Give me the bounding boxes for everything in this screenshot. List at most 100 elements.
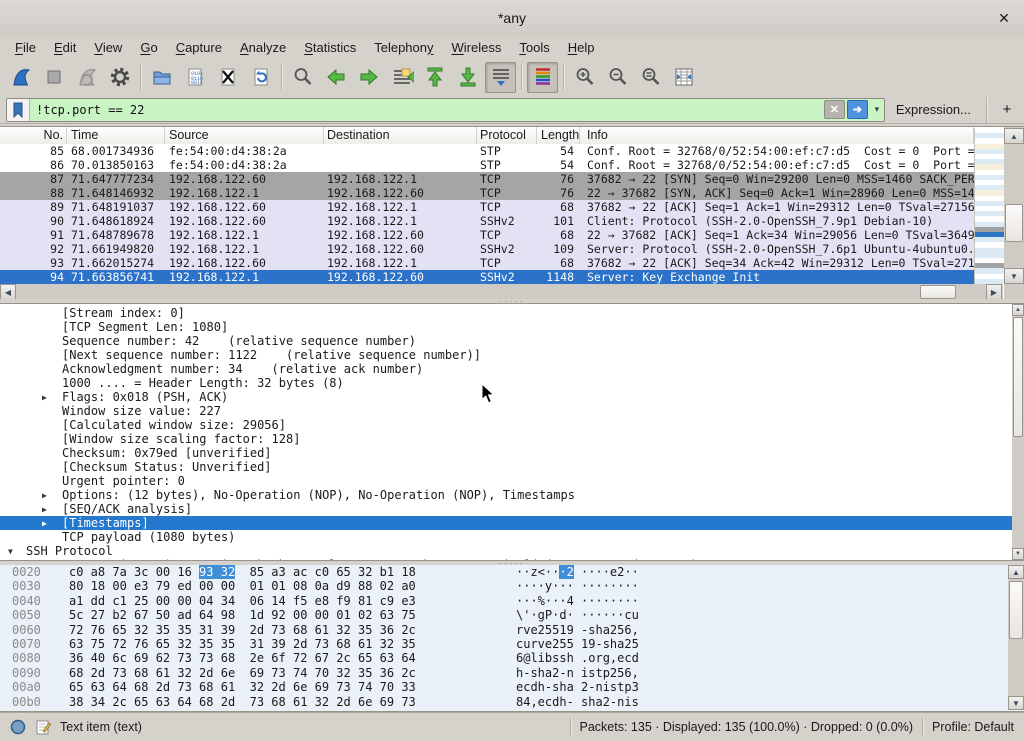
colorize-button[interactable] [527, 62, 558, 93]
detail-line[interactable]: Urgent pointer: 0 [0, 474, 1012, 488]
stop-capture-button[interactable] [38, 62, 69, 93]
hex-row[interactable]: 00a065 63 64 68 2d 73 68 61 32 2d 6e 69 … [0, 680, 1024, 694]
auto-scroll-button[interactable] [485, 62, 516, 93]
menu-file[interactable]: File [6, 39, 45, 57]
add-filter-button[interactable]: + [996, 101, 1018, 118]
profile-selector[interactable]: Profile: Default [932, 720, 1014, 734]
resize-columns-button[interactable] [668, 62, 699, 93]
filter-dropdown-arrow[interactable]: ▾ [870, 104, 884, 115]
detail-line[interactable]: Checksum: 0x79ed [unverified] [0, 446, 1012, 460]
menu-wireless[interactable]: Wireless [443, 39, 511, 57]
detail-line[interactable]: Sequence number: 42 (relative sequence n… [0, 334, 1012, 348]
capture-comment-icon[interactable] [35, 719, 51, 735]
column-header-protocol[interactable]: Protocol [477, 127, 537, 144]
packet-row-93[interactable]: 9371.662015274192.168.122.60192.168.122.… [0, 256, 974, 270]
expander-icon[interactable]: ▶ [42, 517, 47, 530]
hex-row[interactable]: 00505c 27 b2 67 50 ad 64 98 1d 92 00 00 … [0, 608, 1024, 622]
hex-row[interactable]: 00b038 34 2c 65 63 64 68 2d 73 68 61 32 … [0, 695, 1024, 709]
detail-line[interactable]: ▶Options: (12 bytes), No-Operation (NOP)… [0, 488, 1012, 502]
detail-line[interactable]: [Calculated window size: 29056] [0, 418, 1012, 432]
restart-capture-button[interactable] [71, 62, 102, 93]
expert-info-icon[interactable] [10, 719, 26, 735]
menu-go[interactable]: Go [131, 39, 166, 57]
column-header-no[interactable]: No. [0, 127, 67, 144]
hex-row[interactable]: 007063 75 72 76 65 32 35 35 31 39 2d 73 … [0, 637, 1024, 651]
filter-clear-button[interactable]: ✕ [824, 100, 845, 119]
menu-analyze[interactable]: Analyze [231, 39, 295, 57]
detail-line[interactable]: [Window size scaling factor: 128] [0, 432, 1012, 446]
detail-line[interactable]: TCP payload (1080 bytes) [0, 530, 1012, 544]
expander-icon[interactable]: ▶ [42, 489, 47, 502]
menu-tools[interactable]: Tools [510, 39, 558, 57]
column-header-length[interactable]: Length [537, 127, 580, 144]
hex-row[interactable]: 003080 18 00 e3 79 ed 00 00 01 01 08 0a … [0, 579, 1024, 593]
display-filter-input[interactable] [30, 100, 824, 120]
vscroll-thumb[interactable] [1009, 581, 1023, 639]
detail-line[interactable]: [TCP Segment Len: 1080] [0, 320, 1012, 334]
packet-row-88[interactable]: 8871.648146932192.168.122.1192.168.122.6… [0, 186, 974, 200]
details-vscrollbar[interactable]: ▲ ▼ [1012, 304, 1024, 560]
menu-statistics[interactable]: Statistics [295, 39, 365, 57]
detail-line[interactable]: Window size value: 227 [0, 404, 1012, 418]
close-file-button[interactable] [212, 62, 243, 93]
save-file-button[interactable]: 010101100011 [179, 62, 210, 93]
scroll-up-arrow[interactable]: ▲ [1012, 304, 1024, 316]
bytes-vscrollbar[interactable]: ▲ ▼ [1008, 565, 1024, 710]
go-top-button[interactable] [419, 62, 450, 93]
detail-line[interactable]: [Next sequence number: 1122 (relative se… [0, 348, 1012, 362]
scroll-right-arrow[interactable]: ▶ [986, 284, 1002, 300]
menu-capture[interactable]: Capture [167, 39, 231, 57]
go-bottom-button[interactable] [452, 62, 483, 93]
expander-icon[interactable]: ▶ [42, 503, 47, 516]
scroll-down-arrow[interactable]: ▼ [1004, 268, 1024, 284]
zoom-original-button[interactable] [635, 62, 666, 93]
detail-line[interactable]: ▼SSH Protocol [0, 544, 1012, 558]
start-capture-button[interactable] [5, 62, 36, 93]
column-header-destination[interactable]: Destination [324, 127, 477, 144]
open-file-button[interactable] [146, 62, 177, 93]
packet-row-85[interactable]: 8568.001734936fe:54:00:d4:38:2aSTP54Conf… [0, 144, 974, 158]
intelligent-scrollbar-minimap[interactable] [974, 128, 1004, 284]
zoom-out-button[interactable] [602, 62, 633, 93]
detail-line[interactable]: [Stream index: 0] [0, 306, 1012, 320]
vscroll-thumb[interactable] [1013, 317, 1023, 437]
hscroll-thumb[interactable] [920, 285, 956, 299]
column-header-source[interactable]: Source [165, 127, 324, 144]
go-to-packet-button[interactable] [386, 62, 417, 93]
go-back-button[interactable] [320, 62, 351, 93]
go-forward-button[interactable] [353, 62, 384, 93]
menu-telephony[interactable]: Telephony [365, 39, 442, 57]
packet-row-91[interactable]: 9171.648789678192.168.122.1192.168.122.6… [0, 228, 974, 242]
detail-line[interactable]: ▶[Timestamps] [0, 516, 1012, 530]
detail-line[interactable]: Acknowledgment number: 34 (relative ack … [0, 362, 1012, 376]
packet-row-87[interactable]: 8771.647777234192.168.122.60192.168.122.… [0, 172, 974, 186]
packet-list-vscrollbar[interactable]: ▲ ▼ [1004, 127, 1024, 300]
zoom-in-button[interactable] [569, 62, 600, 93]
close-button[interactable]: ✕ [994, 0, 1014, 37]
scroll-left-arrow[interactable]: ◀ [0, 284, 16, 300]
scroll-up-arrow[interactable]: ▲ [1008, 565, 1024, 579]
column-header-time[interactable]: Time [67, 127, 165, 144]
detail-line[interactable]: ▶[SEQ/ACK analysis] [0, 502, 1012, 516]
find-packet-button[interactable] [287, 62, 318, 93]
detail-line[interactable]: ▶Flags: 0x018 (PSH, ACK) [0, 390, 1012, 404]
column-header-info[interactable]: Info [580, 127, 974, 144]
filter-bookmark-button[interactable] [7, 99, 30, 121]
hex-row[interactable]: 006072 76 65 32 35 35 31 39 2d 73 68 61 … [0, 623, 1024, 637]
filter-apply-button[interactable]: ➔ [847, 100, 868, 119]
reload-file-button[interactable] [245, 62, 276, 93]
scroll-down-arrow[interactable]: ▼ [1008, 696, 1024, 710]
menu-help[interactable]: Help [559, 39, 604, 57]
packet-row-86[interactable]: 8670.013850163fe:54:00:d4:38:2aSTP54Conf… [0, 158, 974, 172]
menu-edit[interactable]: Edit [45, 39, 85, 57]
packet-row-94[interactable]: 9471.663856741192.168.122.1192.168.122.6… [0, 270, 974, 284]
packet-row-90[interactable]: 9071.648618924192.168.122.60192.168.122.… [0, 214, 974, 228]
scroll-up-arrow[interactable]: ▲ [1004, 128, 1024, 144]
scroll-down-arrow[interactable]: ▼ [1012, 548, 1024, 560]
vscroll-thumb[interactable] [1005, 204, 1023, 242]
expression-button[interactable]: Expression... [890, 102, 977, 117]
hex-row[interactable]: 008036 40 6c 69 62 73 73 68 2e 6f 72 67 … [0, 651, 1024, 665]
hex-row[interactable]: 009068 2d 73 68 61 32 2d 6e 69 73 74 70 … [0, 666, 1024, 680]
hex-row[interactable]: 0020c0 a8 7a 3c 00 16 93 32 85 a3 ac c0 … [0, 565, 1024, 579]
menu-view[interactable]: View [85, 39, 131, 57]
